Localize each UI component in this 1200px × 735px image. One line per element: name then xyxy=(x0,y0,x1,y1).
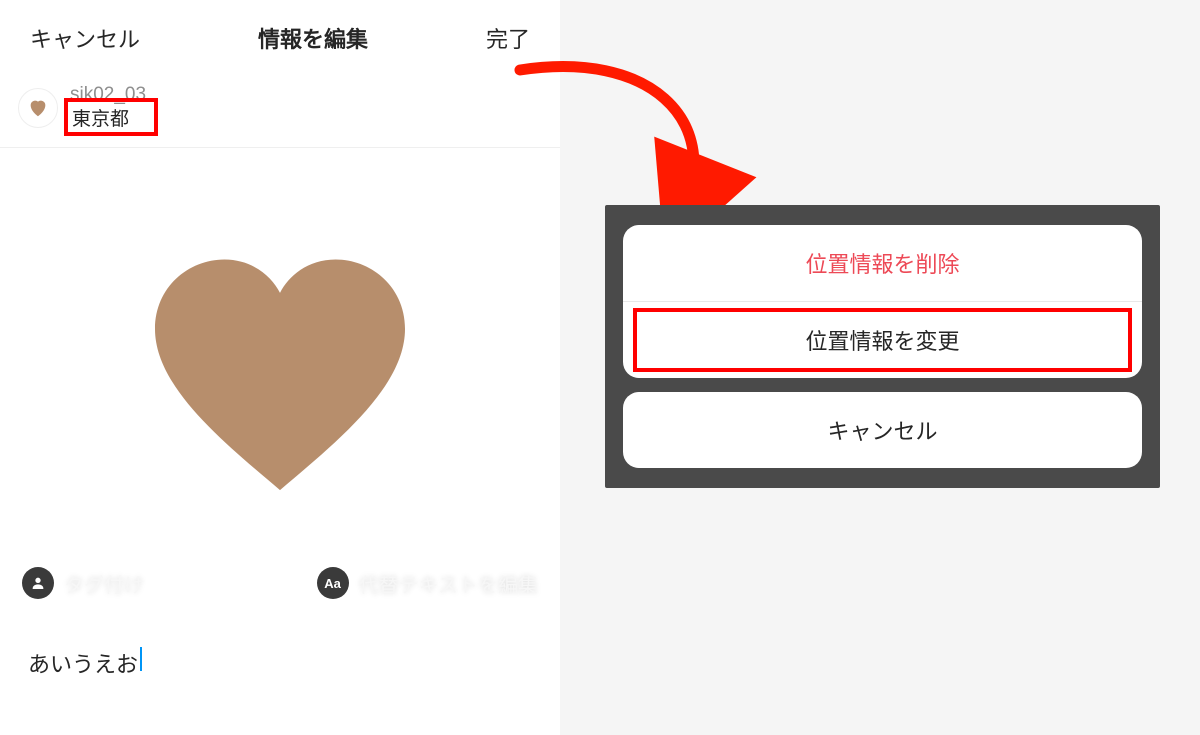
image-overlay-actions: タグ付け Aa 代替テキストを編集 xyxy=(0,567,560,599)
page-title: 情報を編集 xyxy=(258,22,368,54)
alt-text-label: 代替テキストを編集 xyxy=(359,569,538,598)
location-label[interactable]: 東京都 xyxy=(70,108,146,133)
username-label: sik02_03 xyxy=(70,83,146,108)
location-action-sheet: 位置情報を削除 位置情報を変更 キャンセル xyxy=(605,205,1160,488)
alt-text-icon: Aa xyxy=(317,567,349,599)
user-info: sik02_03 東京都 xyxy=(70,83,146,132)
caption-text: あいうえお xyxy=(28,647,138,679)
person-icon xyxy=(22,567,54,599)
sheet-cancel-button[interactable]: キャンセル xyxy=(623,392,1142,468)
user-location-row[interactable]: sik02_03 東京都 xyxy=(0,76,560,148)
change-location-button[interactable]: 位置情報を変更 xyxy=(623,302,1142,378)
avatar xyxy=(18,88,58,128)
caption-input[interactable]: あいうえお xyxy=(0,615,560,735)
tag-label: タグ付け xyxy=(64,569,144,598)
navigation-bar: キャンセル 情報を編集 完了 xyxy=(0,0,560,76)
text-cursor xyxy=(140,647,142,671)
action-sheet-group: 位置情報を削除 位置情報を変更 xyxy=(623,225,1142,378)
post-image xyxy=(140,254,420,509)
edit-info-screen: キャンセル 情報を編集 完了 sik02_03 東京都 xyxy=(0,0,560,735)
edit-alt-text-button[interactable]: Aa 代替テキストを編集 xyxy=(317,567,538,599)
cancel-button[interactable]: キャンセル xyxy=(30,22,140,54)
tag-people-button[interactable]: タグ付け xyxy=(22,567,144,599)
done-button[interactable]: 完了 xyxy=(486,22,530,54)
heart-icon xyxy=(27,97,49,119)
post-image-area: タグ付け Aa 代替テキストを編集 xyxy=(0,148,560,615)
change-location-label: 位置情報を変更 xyxy=(805,329,959,354)
remove-location-button[interactable]: 位置情報を削除 xyxy=(623,225,1142,301)
